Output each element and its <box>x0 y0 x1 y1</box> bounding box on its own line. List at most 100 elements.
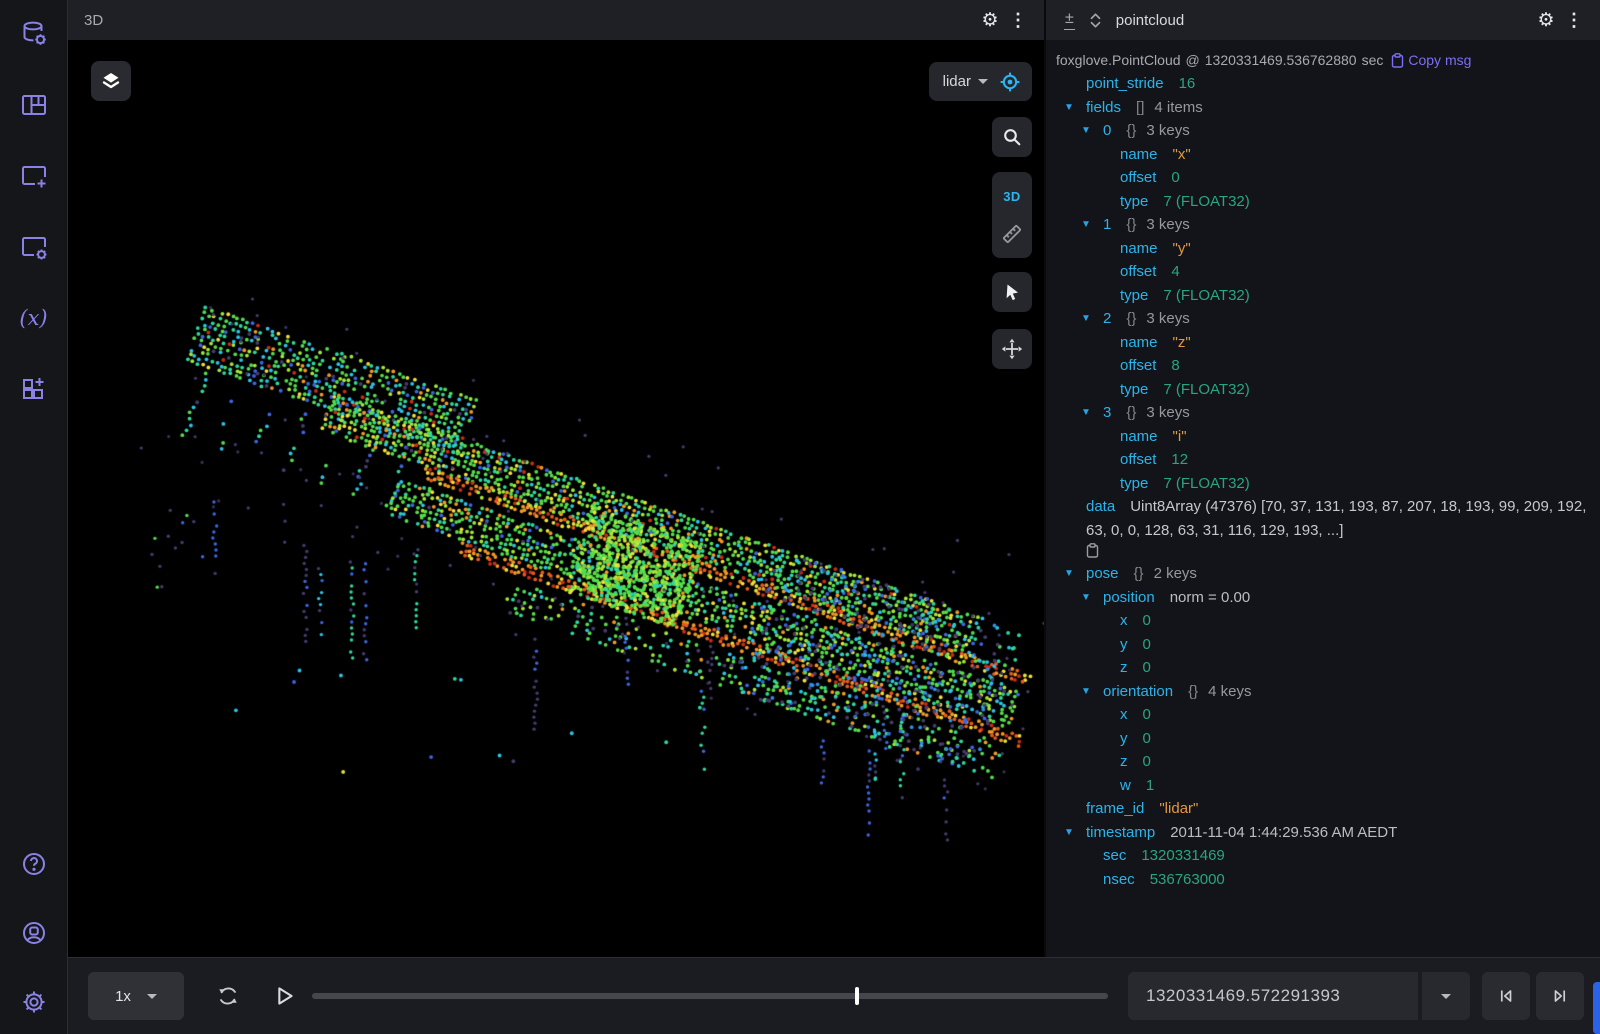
expander-icon[interactable]: ▼ <box>1064 562 1074 586</box>
expander-icon[interactable]: ▼ <box>1081 213 1091 237</box>
raw-panel-menu-button[interactable]: ⋮ <box>1560 6 1588 34</box>
expander-icon[interactable]: ▼ <box>1081 401 1091 425</box>
tree-value: 0 <box>1143 636 1151 653</box>
3d-panel-menu-button[interactable]: ⋮ <box>1004 6 1032 34</box>
tree-key: 1 <box>1103 216 1111 233</box>
raw-panel-title: pointcloud <box>1116 12 1184 29</box>
tree-key: 3 <box>1103 404 1111 421</box>
layers-button[interactable] <box>91 61 131 101</box>
frame-target-icon[interactable] <box>998 70 1022 94</box>
tree-key: name <box>1120 240 1158 257</box>
diff-icon[interactable]: ± <box>1064 10 1075 30</box>
tree-key: fields <box>1086 99 1121 116</box>
play-button[interactable] <box>262 974 306 1018</box>
grid-plus-icon <box>18 373 50 405</box>
copy-data-button[interactable] <box>1086 542 1590 562</box>
expander-icon[interactable]: ▼ <box>1064 821 1074 845</box>
timestamp-format-button[interactable] <box>1422 972 1470 1020</box>
sidebar-item-layouts[interactable] <box>10 81 58 129</box>
panel-plus-icon <box>18 160 50 192</box>
tree-row: ▼pose{}2 keys <box>1046 562 1590 586</box>
tree-key: offset <box>1120 263 1156 280</box>
3d-panel-title: 3D <box>84 12 103 29</box>
type-badge: {} <box>1126 122 1136 139</box>
loop-button[interactable] <box>206 974 250 1018</box>
message-at: @ <box>1186 52 1200 68</box>
tree-row: ▼3{}3 keys <box>1046 401 1590 425</box>
app-window: (x) <box>0 0 1600 1034</box>
tree-row: name"z" <box>1046 331 1590 355</box>
raw-panel-header: ± pointcloud ⚙ ⋮ <box>1046 0 1600 40</box>
tree-row: x0 <box>1046 609 1590 633</box>
help-icon <box>19 849 49 879</box>
expander-icon[interactable]: ▼ <box>1081 586 1091 610</box>
current-timestamp-field[interactable]: 1320331469.572291393 <box>1128 972 1418 1020</box>
tree-key: w <box>1120 777 1131 794</box>
type-badge: [] <box>1136 99 1144 116</box>
copy-message-button[interactable]: Copy msg <box>1383 52 1471 68</box>
tree-row: frame_id"lidar" <box>1046 797 1590 821</box>
tree-key: point_stride <box>1086 75 1164 92</box>
sidebar-item-extensions[interactable] <box>10 365 58 413</box>
tree-row: point_stride 16 <box>1046 72 1590 96</box>
panel-gear-icon <box>18 231 50 263</box>
sidebar-item-data-source[interactable] <box>10 10 58 58</box>
tree-key: frame_id <box>1086 800 1144 817</box>
tree-key: x <box>1120 612 1128 629</box>
timeline-slider[interactable] <box>312 974 1108 1018</box>
tree-meta: 3 keys <box>1146 216 1189 233</box>
tree-key: type <box>1120 475 1148 492</box>
view-mode-group: 3D <box>992 172 1032 258</box>
search-button[interactable] <box>992 117 1032 157</box>
tree-value: 16 <box>1179 75 1196 92</box>
pointcloud-canvas[interactable] <box>68 40 1044 957</box>
timeline-playhead[interactable] <box>855 987 859 1005</box>
raw-panel-settings-button[interactable]: ⚙ <box>1532 6 1560 34</box>
expander-icon[interactable]: ▼ <box>1064 96 1074 120</box>
current-timestamp-value: 1320331469.572291393 <box>1146 986 1340 1006</box>
sidebar-top-group: (x) <box>10 10 58 436</box>
select-tool-button[interactable] <box>992 272 1032 312</box>
frame-selector[interactable]: lidar <box>929 62 1032 101</box>
sidebar-item-panel-settings[interactable] <box>10 223 58 271</box>
tree-row: ▼timestamp2011-11-04 1:44:29.536 AM AEDT <box>1046 821 1590 845</box>
sidebar-item-settings[interactable] <box>10 978 58 1026</box>
tree-row: y0 <box>1046 633 1590 657</box>
next-frame-button[interactable] <box>1536 972 1584 1020</box>
timeline-track[interactable] <box>312 993 1108 999</box>
tree-row: ▼2{}3 keys <box>1046 307 1590 331</box>
gear-icon: ⚙ <box>981 11 998 30</box>
3d-mode-button[interactable]: 3D <box>994 180 1030 214</box>
tree-meta: 3 keys <box>1146 310 1189 327</box>
expander-icon[interactable]: ▼ <box>1081 307 1091 331</box>
expand-collapse-icon[interactable] <box>1089 12 1102 29</box>
expander-icon[interactable]: ▼ <box>1081 680 1091 704</box>
sidebar-item-account[interactable] <box>10 909 58 957</box>
sidebar-item-add-panel[interactable] <box>10 152 58 200</box>
tree-key: position <box>1103 589 1155 606</box>
tree-value: 0 <box>1143 753 1151 770</box>
sidebar-item-help[interactable] <box>10 840 58 888</box>
tree-key: type <box>1120 381 1148 398</box>
tree-value: 536763000 <box>1150 871 1225 888</box>
tree-row: w1 <box>1046 774 1590 798</box>
message-schema: foxglove.PointCloud <box>1056 52 1181 68</box>
previous-frame-button[interactable] <box>1482 972 1530 1020</box>
playback-speed-button[interactable]: 1x <box>88 972 184 1020</box>
tree-meta: 4 keys <box>1208 683 1251 700</box>
pan-tool-button[interactable] <box>992 329 1032 369</box>
3d-viewport[interactable]: lidar <box>68 40 1044 957</box>
message-header: foxglove.PointCloud @ 1320331469.5367628… <box>1046 48 1590 72</box>
measure-button[interactable] <box>994 217 1030 251</box>
3d-panel-settings-button[interactable]: ⚙ <box>976 6 1004 34</box>
tree-row: nsec536763000 <box>1046 868 1590 892</box>
tree-row: offset0 <box>1046 166 1590 190</box>
sidebar-item-variables[interactable]: (x) <box>10 294 58 342</box>
tree-row: type7 (FLOAT32) <box>1046 472 1590 496</box>
message-tree: point_stride16▼fields[]4 items▼0{}3 keys… <box>1046 72 1590 891</box>
expander-icon[interactable]: ▼ <box>1081 119 1091 143</box>
3d-mode-label: 3D <box>1003 189 1021 204</box>
layers-icon <box>99 69 123 93</box>
database-gear-icon <box>19 19 49 49</box>
tree-key: y <box>1120 730 1128 747</box>
